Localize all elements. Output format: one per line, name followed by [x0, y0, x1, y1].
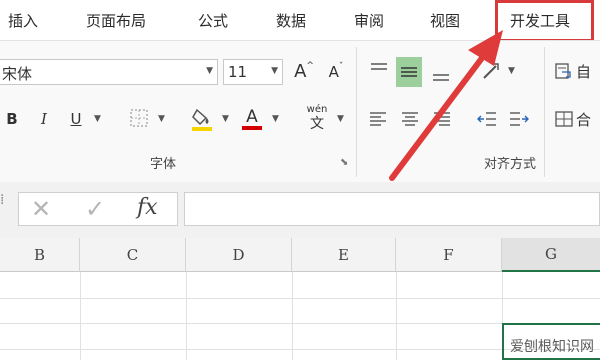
watermark-text: 爱刨根知识网: [510, 339, 594, 355]
annotation-arrow: [389, 30, 503, 181]
